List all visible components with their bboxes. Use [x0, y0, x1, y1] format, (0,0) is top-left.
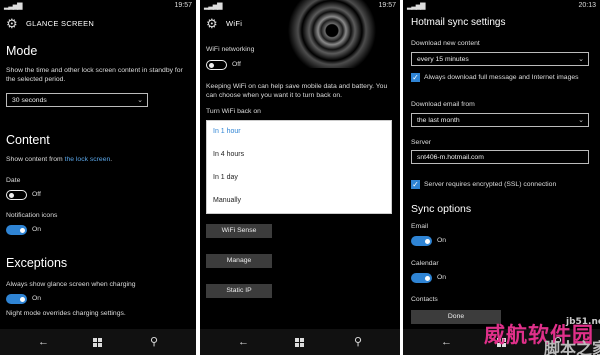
status-time: 19:57	[378, 2, 396, 9]
title-bar: ⚙ GLANCE SCREEN	[0, 14, 196, 32]
date-toggle[interactable]	[6, 190, 27, 200]
server-label: Server	[411, 139, 432, 146]
download-from-value: the last month	[417, 117, 460, 124]
notification-icons-label: Notification icons	[6, 212, 58, 219]
download-new-label: Download new content	[411, 40, 480, 47]
sync-options-heading: Sync options	[411, 203, 472, 215]
download-new-value: every 15 minutes	[417, 56, 469, 63]
signal-icon: ▂▃▅▇	[407, 3, 426, 10]
calendar-toggle-state: On	[437, 274, 447, 281]
content-description: Show content from the lock screen.	[6, 155, 112, 164]
download-new-select[interactable]: every 15 minutes ⌄	[411, 52, 589, 66]
page-title: WiFi	[226, 19, 243, 28]
nav-bar: ← ⚲	[200, 329, 400, 355]
mode-heading: Mode	[6, 44, 38, 58]
status-time: 19:57	[174, 2, 192, 9]
night-mode-note: Night mode overrides charging settings.	[6, 310, 126, 317]
title-bar: ⚙ WiFi	[200, 14, 400, 32]
wifi-sense-button[interactable]: WiFi Sense	[206, 224, 272, 238]
toggle-knob	[9, 192, 14, 198]
back-arrow-icon[interactable]: ←	[441, 336, 452, 348]
page-title: Hotmail sync settings	[411, 17, 506, 28]
wifi-panel: ▂▃▅▇ 19:57 ⚙ WiFi WiFi networking Off Ke…	[200, 0, 400, 355]
download-from-label: Download email from	[411, 101, 475, 108]
mode-select[interactable]: 30 seconds ⌄	[6, 93, 148, 107]
ssl-label: Server requires encrypted (SSL) connecti…	[424, 181, 557, 188]
charging-toggle-state: On	[32, 295, 42, 302]
notification-icons-toggle[interactable]	[6, 225, 27, 235]
signal-icon: ▂▃▅▇	[204, 3, 223, 10]
mode-select-value: 30 seconds	[12, 97, 47, 104]
manage-button[interactable]: Manage	[206, 254, 272, 268]
date-label: Date	[6, 177, 21, 184]
wifi-networking-label: WiFi networking	[206, 46, 255, 53]
status-bar: ▂▃▅▇ 19:57	[0, 0, 196, 12]
signal-icon: ▂▃▅▇	[4, 3, 23, 10]
watermark-url: jb51.net	[566, 317, 600, 327]
hotmail-sync-panel: ▂▃▅▇ 20:13 Hotmail sync settings Downloa…	[403, 0, 600, 355]
status-bar: ▂▃▅▇ 19:57	[200, 0, 400, 12]
dropdown-option[interactable]: In 4 hours	[213, 151, 244, 158]
lock-screen-link[interactable]: the lock screen	[65, 156, 111, 163]
calendar-toggle[interactable]	[411, 273, 432, 283]
search-icon[interactable]: ⚲	[354, 335, 362, 348]
charging-label: Always show glance screen when charging	[6, 281, 136, 288]
server-input[interactable]: snt406-m.hotmail.com	[411, 150, 589, 164]
search-icon[interactable]: ⚲	[150, 335, 158, 348]
nav-bar: ← ⚲	[0, 329, 196, 355]
content-heading: Content	[6, 133, 50, 147]
watermark-logo: 威航软件园 脚本之家 jb51.net	[484, 317, 600, 355]
dropdown-option[interactable]: In 1 hour	[213, 128, 241, 135]
mode-description: Show the time and other lock screen cont…	[6, 67, 183, 83]
toggle-knob	[425, 275, 430, 281]
gear-icon: ⚙	[6, 16, 18, 31]
back-arrow-icon[interactable]: ←	[38, 336, 49, 348]
title-bar: Hotmail sync settings	[403, 14, 600, 32]
wifi-toggle-state: Off	[232, 61, 241, 68]
watermark-text-secondary: 脚本之家	[544, 339, 600, 355]
status-time: 20:13	[578, 2, 596, 9]
turn-wifi-back-label: Turn WiFi back on	[206, 108, 261, 115]
windows-start-icon[interactable]	[295, 338, 305, 348]
email-label: Email	[411, 223, 428, 230]
glance-screen-panel: ▂▃▅▇ 19:57 ⚙ GLANCE SCREEN Mode Show the…	[0, 0, 196, 355]
turn-back-on-dropdown[interactable]: In 1 hour In 4 hours In 1 day Manually	[206, 120, 392, 214]
dropdown-option[interactable]: In 1 day	[213, 174, 238, 181]
notification-toggle-state: On	[32, 226, 42, 233]
chevron-down-icon: ⌄	[578, 56, 584, 63]
always-download-label: Always download full message and Interne…	[424, 74, 579, 81]
date-toggle-state: Off	[32, 191, 41, 198]
email-toggle-state: On	[437, 237, 447, 244]
keeping-wifi-description: Keeping WiFi on can help save mobile dat…	[206, 83, 388, 99]
dropdown-option[interactable]: Manually	[213, 197, 241, 204]
content-desc-text: Show content from	[6, 156, 65, 163]
contacts-label: Contacts	[411, 296, 438, 303]
static-ip-button[interactable]: Static IP	[206, 284, 272, 298]
page-title: GLANCE SCREEN	[26, 19, 95, 28]
back-arrow-icon[interactable]: ←	[238, 336, 249, 348]
email-toggle[interactable]	[411, 236, 432, 246]
calendar-label: Calendar	[411, 260, 439, 267]
exceptions-heading: Exceptions	[6, 256, 68, 270]
chevron-down-icon: ⌄	[137, 97, 143, 104]
always-download-checkbox[interactable]: ✓	[411, 73, 420, 82]
wifi-networking-toggle[interactable]	[206, 60, 227, 70]
download-from-select[interactable]: the last month ⌄	[411, 113, 589, 127]
content-desc-suffix: .	[110, 156, 113, 163]
chevron-down-icon: ⌄	[578, 117, 584, 124]
windows-start-icon[interactable]	[93, 338, 103, 348]
ssl-checkbox[interactable]: ✓	[411, 180, 420, 189]
toggle-knob	[425, 238, 430, 244]
toggle-knob	[20, 227, 25, 233]
toggle-knob	[209, 62, 214, 68]
charging-toggle[interactable]	[6, 294, 27, 304]
toggle-knob	[20, 296, 25, 302]
status-bar: ▂▃▅▇ 20:13	[403, 0, 600, 12]
gear-icon: ⚙	[206, 16, 218, 31]
